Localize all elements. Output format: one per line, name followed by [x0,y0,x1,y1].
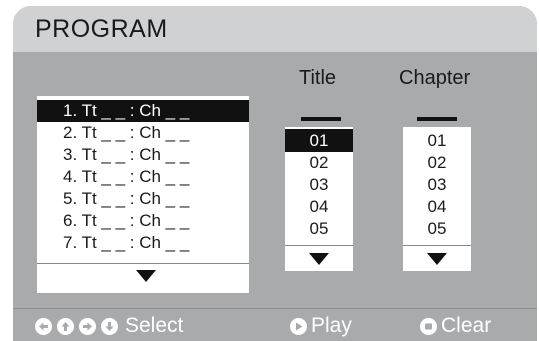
chapter-option-03[interactable]: 03 [403,173,471,196]
list-divider [37,263,249,264]
program-entry-label: 5. Tt _ _ : Ch _ _ [63,189,190,208]
program-entry-label: 2. Tt _ _ : Ch _ _ [63,123,190,142]
left-arrow-icon [35,318,52,335]
menu-title: PROGRAM [35,15,168,43]
program-entry-label: 4. Tt _ _ : Ch _ _ [63,167,190,186]
program-entry-5[interactable]: 5. Tt _ _ : Ch _ _ [37,188,249,210]
program-menu: PROGRAM Title Chapter 1. Tt _ _ : Ch _ _… [13,6,537,341]
program-entry-label: 7. Tt _ _ : Ch _ _ [63,233,190,252]
scroll-down-icon[interactable] [309,253,329,265]
chapter-option-05[interactable]: 05 [403,217,471,240]
program-entry-label: 3. Tt _ _ : Ch _ _ [63,145,190,164]
program-entry-3[interactable]: 3. Tt _ _ : Ch _ _ [37,144,249,166]
stop-icon [420,318,437,335]
chapter-value-field[interactable] [417,117,457,121]
chapter-option-02[interactable]: 02 [403,151,471,174]
program-list: 1. Tt _ _ : Ch _ _ 2. Tt _ _ : Ch _ _ 3.… [37,96,249,293]
title-option-03[interactable]: 03 [285,173,353,196]
up-arrow-icon [57,318,74,335]
title-option-04[interactable]: 04 [285,195,353,218]
chapter-option-04[interactable]: 04 [403,195,471,218]
down-arrow-icon [101,318,118,335]
chapter-number-list: 01 02 03 04 05 [403,127,471,271]
chapter-option-01[interactable]: 01 [403,129,471,152]
title-bar: PROGRAM [13,6,537,52]
scroll-down-icon[interactable] [427,253,447,265]
right-arrow-icon [79,318,96,335]
program-entry-2[interactable]: 2. Tt _ _ : Ch _ _ [37,122,249,144]
program-entry-1[interactable]: 1. Tt _ _ : Ch _ _ [37,100,249,122]
clear-label: Clear [441,314,492,337]
chapter-column-header: Chapter [399,67,471,89]
select-label: Select [125,314,184,337]
title-option-01[interactable]: 01 [285,129,353,152]
program-entry-label: 6. Tt _ _ : Ch _ _ [63,211,190,230]
program-entry-label: 1. Tt _ _ : Ch _ _ [63,101,190,120]
title-option-05[interactable]: 05 [285,217,353,240]
title-option-02[interactable]: 02 [285,151,353,174]
play-icon [290,318,307,335]
title-number-list: 01 02 03 04 05 [285,127,353,271]
title-value-field[interactable] [301,117,341,121]
program-entry-6[interactable]: 6. Tt _ _ : Ch _ _ [37,210,249,232]
scroll-down-icon[interactable] [136,270,156,282]
program-entry-4[interactable]: 4. Tt _ _ : Ch _ _ [37,166,249,188]
play-label: Play [311,314,352,337]
help-bar: Select Play Clear [13,309,537,341]
title-column-header: Title [299,67,337,89]
list-divider [403,245,471,246]
program-entry-7[interactable]: 7. Tt _ _ : Ch _ _ [37,232,249,254]
list-divider [285,245,353,246]
